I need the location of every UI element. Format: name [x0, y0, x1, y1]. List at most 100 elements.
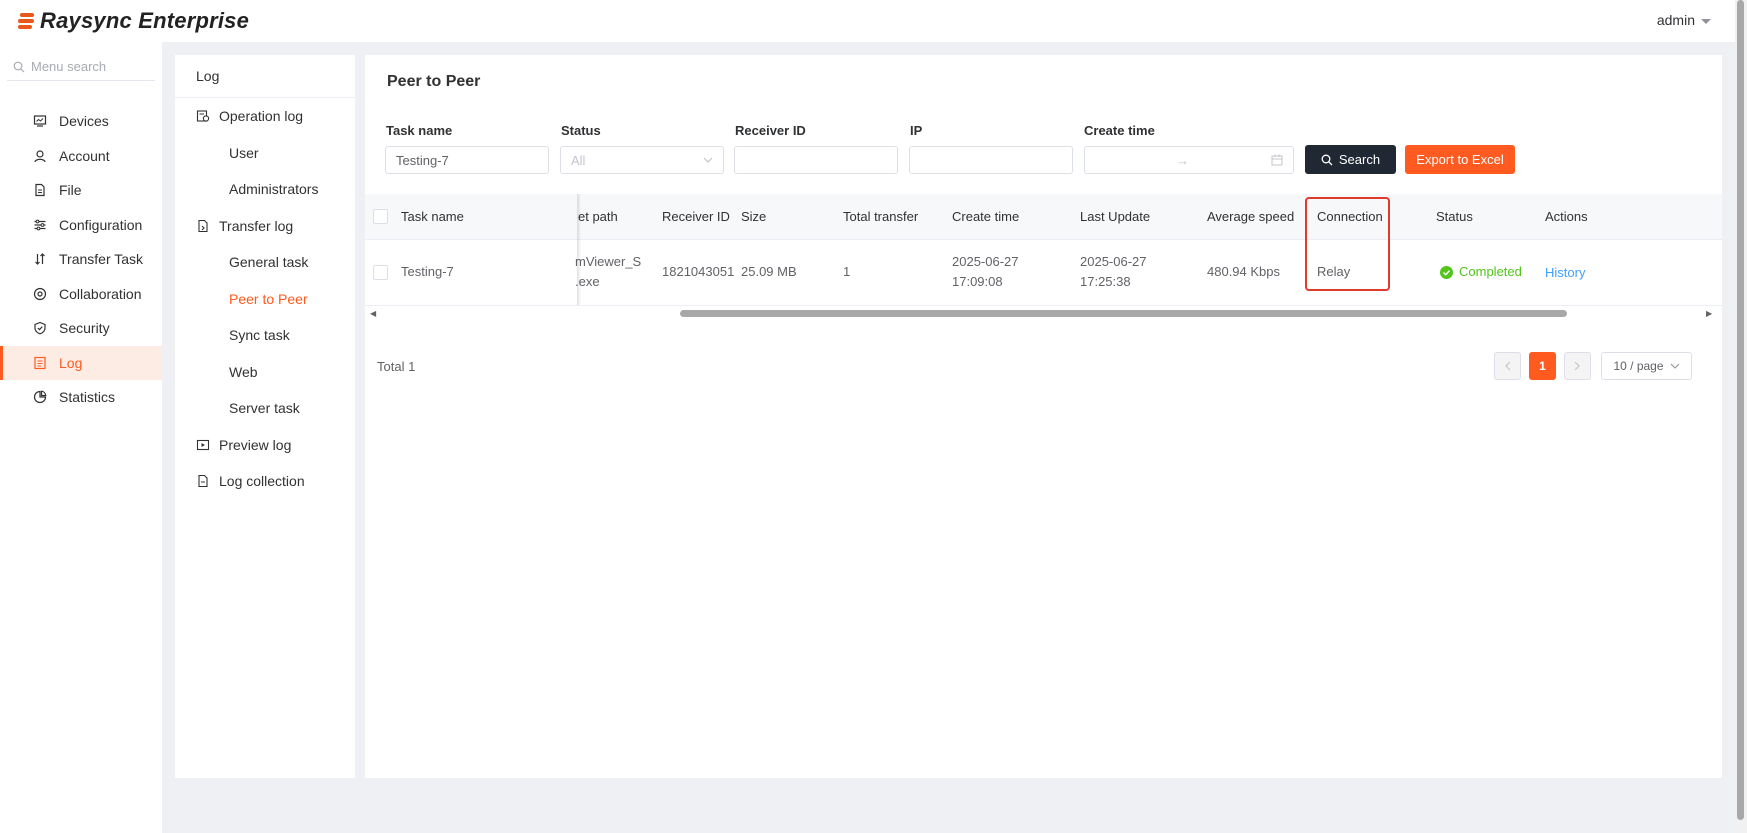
column-status[interactable]: Status	[1436, 194, 1473, 239]
sidebar-item-account[interactable]: Account	[0, 139, 162, 174]
cell-size: 25.09 MB	[741, 264, 797, 279]
sidebar-item-label: Collaboration	[59, 285, 142, 302]
export-button-label: Export to Excel	[1416, 152, 1504, 167]
sidebar-item-statistics[interactable]: Statistics	[0, 380, 162, 415]
subnav-item-sync-task[interactable]: Sync task	[175, 317, 355, 354]
subnav-item-peer-to-peer[interactable]: Peer to Peer	[175, 281, 355, 318]
sidebar-item-label: Transfer Task	[59, 251, 144, 268]
export-to-excel-button[interactable]: Export to Excel	[1405, 145, 1515, 174]
transfer-log-icon	[198, 219, 208, 232]
chevron-down-icon	[1701, 18, 1711, 24]
search-icon	[1321, 154, 1333, 165]
status-label: Status	[561, 123, 601, 138]
sidebar-item-label: Statistics	[59, 389, 116, 406]
subnav-item-general-task[interactable]: General task	[175, 244, 355, 281]
calendar-icon	[1271, 154, 1283, 166]
brand-name: Raysync Enterprise	[40, 8, 250, 33]
column-last-update[interactable]: Last Update	[1080, 194, 1150, 239]
search-button[interactable]: Search	[1305, 145, 1396, 174]
username: admin	[1656, 12, 1695, 28]
collaboration-icon	[33, 287, 47, 300]
check-circle-icon	[1440, 265, 1453, 279]
cell-status: Completed	[1440, 262, 1522, 282]
cell-target-path: mViewer_S .exe	[575, 252, 650, 292]
status-select[interactable]: All	[560, 146, 724, 174]
user-menu[interactable]: admin	[1657, 12, 1711, 28]
cell-average-speed: 480.94 Kbps	[1207, 264, 1281, 279]
chevron-down-icon	[1670, 363, 1679, 369]
sidebar-item-devices[interactable]: Devices	[0, 104, 162, 139]
row-checkbox[interactable]	[373, 265, 388, 280]
sidebar-item-security[interactable]: Security	[0, 311, 162, 346]
subnav-group-operation-log[interactable]: Operation log	[175, 98, 355, 135]
update-date: 2025-06-27	[1080, 254, 1147, 269]
task-name-value: Testing-7	[396, 152, 449, 168]
path-line-2: .exe	[575, 274, 600, 289]
sidebar-item-file[interactable]: File	[0, 173, 162, 208]
raysync-logo-icon	[16, 11, 36, 31]
column-total-transfer[interactable]: Total transfer	[843, 194, 918, 239]
next-page-button[interactable]	[1564, 352, 1591, 380]
vertical-scrollbar-thumb[interactable]	[1737, 0, 1744, 820]
table-header: Task name et path Receiver ID Size Total…	[365, 194, 1722, 240]
ip-input[interactable]	[909, 146, 1073, 174]
menu-search-placeholder: Menu search	[31, 59, 107, 74]
cell-create-time: 2025-06-27 17:09:08	[952, 252, 1019, 292]
sidebar-item-configuration[interactable]: Configuration	[0, 208, 162, 243]
cell-last-update: 2025-06-27 17:25:38	[1080, 252, 1147, 292]
receiver-id-label: Receiver ID	[735, 123, 806, 138]
sidebar-item-label: Configuration	[59, 216, 143, 233]
column-size[interactable]: Size	[741, 194, 766, 239]
connection-highlight-box	[1305, 197, 1390, 291]
task-name-label: Task name	[386, 123, 453, 138]
subnav-item-administrators[interactable]: Administrators	[175, 171, 355, 208]
receiver-id-input[interactable]	[734, 146, 898, 174]
subnav-group-transfer-log[interactable]: Transfer log	[175, 208, 355, 245]
file-icon	[35, 184, 45, 197]
devices-icon	[33, 115, 47, 127]
subnav-item-user[interactable]: User	[175, 135, 355, 172]
scroll-right-icon[interactable]: ▶	[1706, 309, 1712, 318]
chevron-down-icon	[703, 157, 713, 163]
subnav-group-label: Preview log	[219, 436, 292, 453]
page-title: Peer to Peer	[387, 73, 481, 90]
column-task-name[interactable]: Task name	[401, 194, 464, 239]
column-average-speed[interactable]: Average speed	[1207, 194, 1294, 239]
subnav-item-web[interactable]: Web	[175, 354, 355, 391]
sidebar-item-transfer-task[interactable]: Transfer Task	[0, 242, 162, 277]
create-time-range-picker[interactable]: →	[1084, 146, 1294, 174]
cell-total-transfer: 1	[843, 264, 851, 279]
sidebar-item-collaboration[interactable]: Collaboration	[0, 277, 162, 312]
create-clock: 17:09:08	[952, 274, 1003, 289]
column-receiver-id[interactable]: Receiver ID	[662, 194, 730, 239]
brand-logo[interactable]: Raysync Enterprise	[16, 8, 249, 34]
page-number-button[interactable]: 1	[1529, 352, 1556, 380]
operation-log-icon	[196, 110, 210, 122]
scrollbar-thumb[interactable]	[680, 310, 1567, 317]
select-all-checkbox[interactable]	[373, 209, 388, 224]
task-name-input[interactable]: Testing-7	[385, 146, 549, 174]
total-count: Total 1	[377, 359, 416, 374]
menu-search-input[interactable]: Menu search	[7, 53, 155, 81]
update-clock: 17:25:38	[1080, 274, 1131, 289]
log-collection-icon	[198, 475, 208, 488]
history-link[interactable]: History	[1545, 263, 1585, 283]
prev-page-button[interactable]	[1494, 352, 1521, 380]
column-create-time[interactable]: Create time	[952, 194, 1019, 239]
cell-task-name: Testing-7	[401, 264, 454, 279]
subnav-item-server-task[interactable]: Server task	[175, 390, 355, 427]
sidebar-item-label: Account	[59, 147, 110, 164]
subnav-group-log-collection[interactable]: Log collection	[175, 463, 355, 500]
scroll-left-icon[interactable]: ◀	[370, 309, 376, 318]
main-sidebar: Menu search Devices Account File Configu…	[0, 42, 162, 833]
page-vertical-scrollbar[interactable]	[1735, 0, 1747, 833]
table-horizontal-scrollbar[interactable]: ◀ ▶	[365, 307, 1722, 319]
account-icon	[34, 150, 46, 162]
sidebar-item-label: Devices	[59, 113, 109, 130]
column-actions: Actions	[1545, 209, 1588, 224]
sidebar-item-label: Security	[59, 320, 110, 337]
page-size-select[interactable]: 10 / page	[1601, 352, 1692, 380]
sidebar-item-log[interactable]: Log	[0, 345, 162, 380]
subnav-group-preview-log[interactable]: Preview log	[175, 427, 355, 464]
column-target-path[interactable]: et path	[578, 194, 618, 239]
